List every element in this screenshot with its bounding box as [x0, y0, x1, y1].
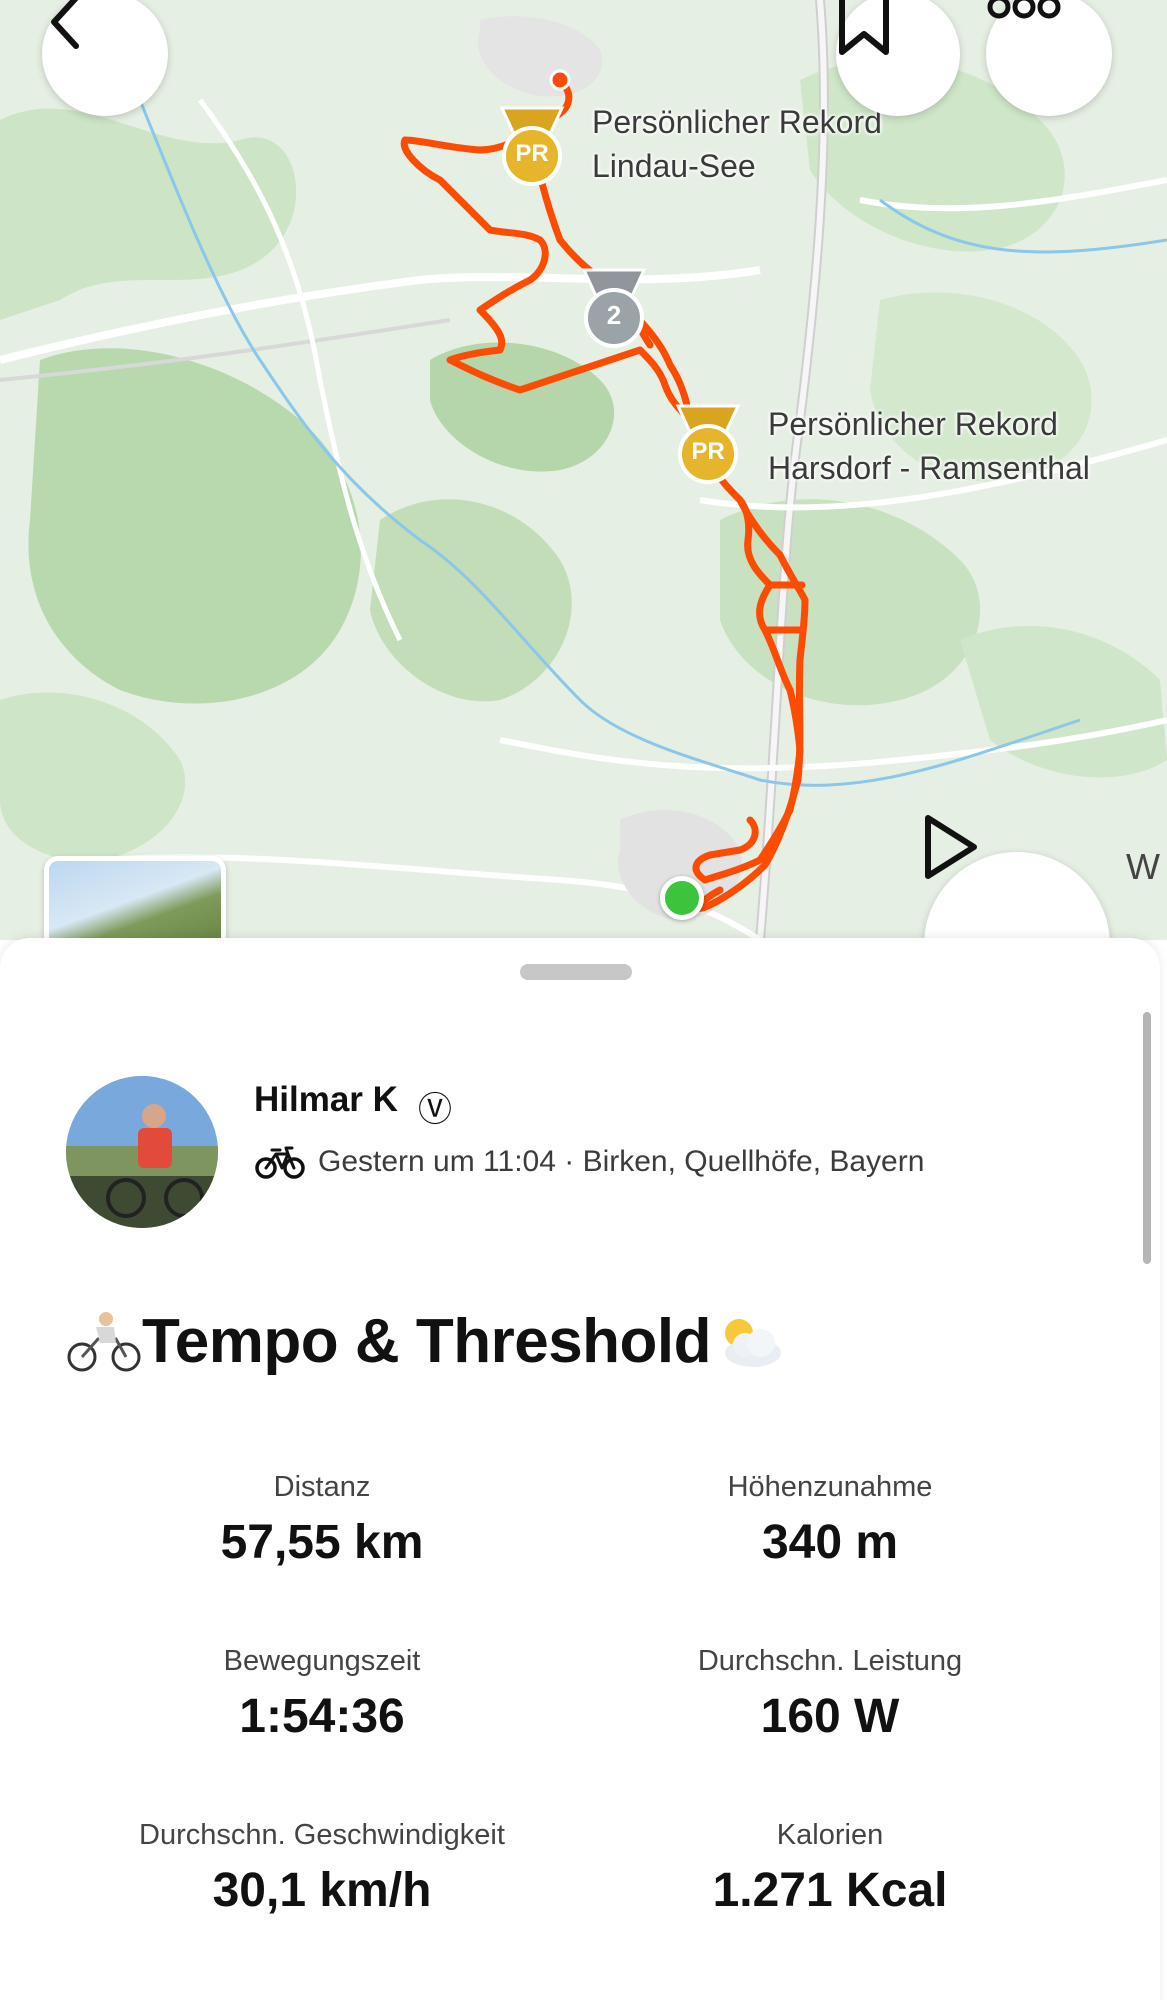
avatar-image [66, 1076, 218, 1228]
stat-value: 340 m [761, 1516, 899, 1569]
activity-details-sheet[interactable]: Hilmar K Ⓥ Gestern um 11:04 · Birken, Qu… [0, 938, 1160, 2000]
stat-avg-speed: Durchschn. Geschwindigkeit 30,1 km/h [62, 1816, 582, 1922]
stat-distance: Distanz 57,55 km [62, 1468, 582, 1574]
bookmark-icon [839, 0, 889, 55]
sun-behind-cloud-emoji-icon [725, 1318, 782, 1367]
pr-medal-text: PR [515, 140, 549, 167]
stat-label: Durchschn. Geschwindigkeit [139, 1819, 505, 1851]
avatar[interactable] [66, 1076, 218, 1228]
cyclist-emoji-icon [67, 1311, 141, 1371]
stat-label: Bewegungszeit [223, 1645, 421, 1677]
activity-title: Tempo & Threshold [66, 1306, 787, 1377]
scrollbar[interactable] [1143, 1012, 1151, 1264]
athlete-name[interactable]: Hilmar K [254, 1080, 398, 1120]
segment-label-line1: Persönlicher Rekord [768, 406, 1058, 442]
stat-calories: Kalorien 1.271 Kcal [570, 1816, 1090, 1922]
stat-elevation-gain: Höhenzunahme 340 m [570, 1468, 1090, 1574]
pr-medal-text: PR [691, 438, 725, 465]
stat-value: 57,55 km [220, 1516, 424, 1569]
stat-label: Kalorien [776, 1819, 884, 1851]
stat-value: 1:54:36 [239, 1690, 405, 1743]
activity-title-text: Tempo & Threshold [142, 1307, 712, 1376]
activity-meta: Gestern um 11:04 · Birken, Quellhöfe, Ba… [254, 1144, 924, 1180]
route-map[interactable]: PR 2 PR Persönlicher Rekord Lindau-See P… [0, 0, 1167, 940]
segment-label[interactable]: Persönlicher Rekord Lindau-See [592, 100, 882, 188]
stat-avg-power: Durchschn. Leistung 160 W [570, 1642, 1090, 1748]
start-marker [660, 876, 704, 920]
segment-label[interactable]: Persönlicher Rekord Harsdorf - Ramsentha… [768, 402, 1090, 490]
activity-photo-thumbnail[interactable] [44, 856, 226, 940]
segment-label-line2: Lindau-See [592, 148, 756, 184]
stat-label: Distanz [273, 1471, 371, 1503]
verified-badge-icon: Ⓥ [418, 1091, 452, 1129]
chevron-left-icon [51, 0, 79, 49]
stat-moving-time: Bewegungszeit 1:54:36 [62, 1642, 582, 1748]
stat-value: 30,1 km/h [212, 1864, 432, 1917]
more-icon [987, 0, 1061, 19]
activity-date-location: Gestern um 11:04 · Birken, Quellhöfe, Ba… [318, 1145, 925, 1178]
stat-label: Durchschn. Leistung [697, 1645, 963, 1677]
stat-label: Höhenzunahme [727, 1471, 933, 1503]
pr-medal-icon[interactable]: PR [672, 402, 744, 486]
segment-label-line2: Harsdorf - Ramsenthal [768, 450, 1090, 486]
rank-medal-text: 2 [606, 300, 622, 330]
rank-medal-icon[interactable]: 2 [578, 266, 650, 350]
sheet-grabber[interactable] [520, 964, 632, 980]
segment-label-line1: Persönlicher Rekord [592, 104, 882, 140]
bike-icon [255, 1146, 305, 1179]
stat-value: 1.271 Kcal [712, 1864, 948, 1917]
stat-value: 160 W [760, 1690, 900, 1743]
pr-medal-icon[interactable]: PR [496, 104, 568, 188]
map-place-label: W [1126, 846, 1160, 887]
play-icon [925, 815, 977, 879]
